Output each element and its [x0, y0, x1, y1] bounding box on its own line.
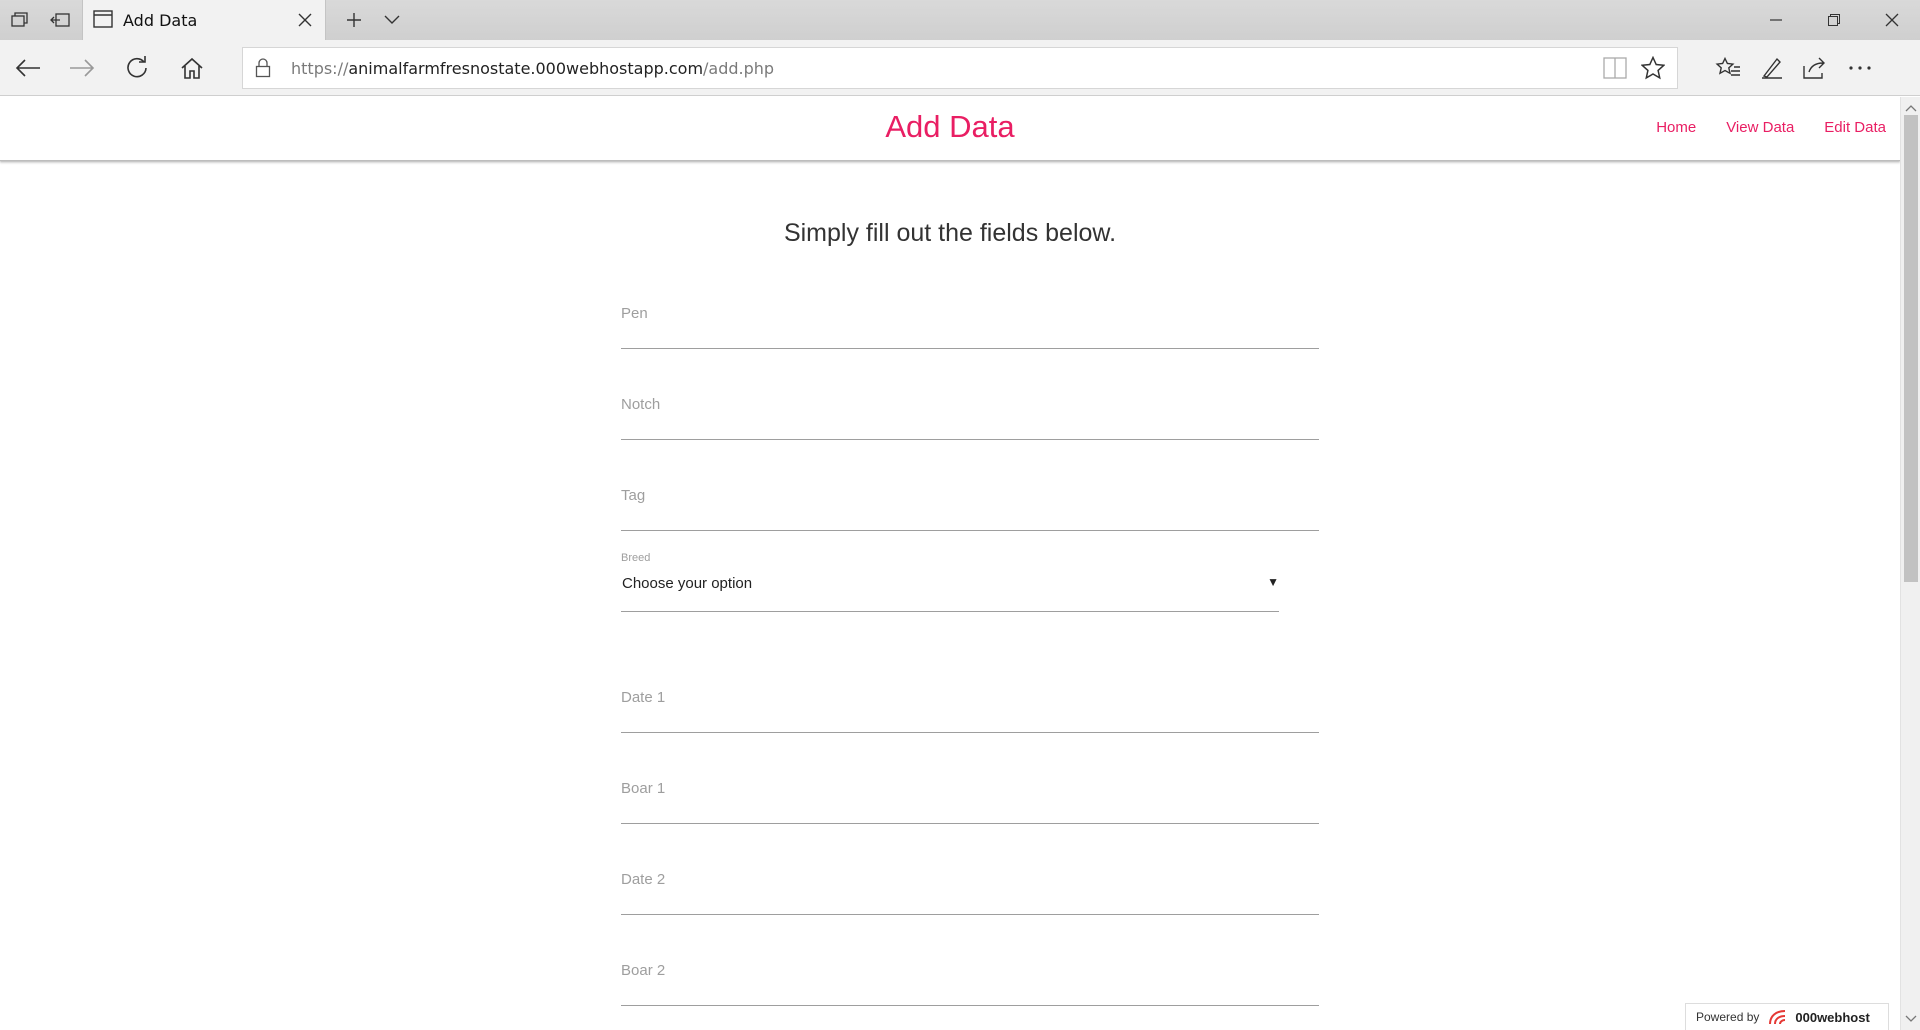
input-underline [621, 914, 1319, 915]
page-title[interactable]: Add Data [0, 109, 1900, 145]
site-header: Add Data Home View Data Edit Data [0, 97, 1900, 161]
lock-icon [255, 58, 271, 83]
boar-1-field[interactable]: Boar 1 [621, 772, 1319, 824]
scroll-thumb[interactable] [1904, 115, 1918, 582]
tag-field[interactable]: Tag [621, 479, 1319, 531]
tab-actions-icon[interactable] [0, 0, 40, 40]
input-underline [621, 823, 1319, 824]
close-tab-icon[interactable] [293, 8, 317, 32]
favorite-star-icon[interactable] [1640, 55, 1666, 85]
address-bar[interactable]: https://animalfarmfresnostate.000webhost… [242, 47, 1678, 89]
boar-2-field[interactable]: Boar 2 [621, 954, 1319, 1006]
page-scrollbar[interactable] [1900, 97, 1920, 1030]
share-icon[interactable] [1794, 48, 1838, 88]
input-underline [621, 732, 1319, 733]
date-1-placeholder: Date 1 [621, 689, 666, 706]
page-icon [93, 10, 113, 33]
web-page: Add Data Home View Data Edit Data Simply… [0, 97, 1900, 1030]
chevron-down-icon[interactable] [372, 0, 412, 40]
date-2-field[interactable]: Date 2 [621, 863, 1319, 915]
host-name: 000webhost [1795, 1009, 1870, 1025]
back-arrow-icon[interactable] [8, 48, 48, 88]
browser-nav-bar: https://animalfarmfresnostate.000webhost… [0, 40, 1920, 96]
more-options-icon[interactable] [1838, 48, 1882, 88]
reading-view-icon[interactable] [1603, 57, 1627, 84]
select-underline [621, 611, 1279, 612]
boar-2-placeholder: Boar 2 [621, 962, 666, 979]
browser-tab-bar: Add Data [0, 0, 1920, 40]
forward-arrow-icon[interactable] [62, 48, 102, 88]
tab-title: Add Data [123, 11, 198, 30]
breed-selected-value: Choose your option [622, 575, 753, 592]
pen-notes-icon[interactable] [1750, 48, 1794, 88]
date-2-placeholder: Date 2 [621, 871, 666, 888]
date-1-field[interactable]: Date 1 [621, 681, 1319, 733]
input-underline [621, 348, 1319, 349]
favorites-hub-icon[interactable] [1706, 48, 1750, 88]
nav-link-view-data[interactable]: View Data [1726, 119, 1794, 136]
site-nav: Home View Data Edit Data [1626, 119, 1886, 136]
notch-placeholder: Notch [621, 396, 661, 413]
active-tab[interactable]: Add Data [82, 0, 326, 40]
powered-by-label: Powered by [1696, 1010, 1760, 1024]
form-intro: Simply fill out the fields below. [783, 219, 1117, 247]
pen-placeholder: Pen [621, 305, 648, 322]
nav-link-edit-data[interactable]: Edit Data [1824, 119, 1886, 136]
scroll-down-icon[interactable] [1905, 1010, 1917, 1028]
dropdown-caret-icon: ▼ [1267, 575, 1279, 589]
tag-placeholder: Tag [621, 487, 646, 504]
breed-select[interactable]: Breed Choose your option ▼ [621, 552, 1279, 612]
pen-field[interactable]: Pen [621, 297, 1319, 349]
new-tab-icon[interactable] [334, 0, 374, 40]
refresh-icon[interactable] [117, 48, 157, 88]
set-aside-tabs-icon[interactable] [40, 0, 80, 40]
url-text[interactable]: https://animalfarmfresnostate.000webhost… [291, 59, 774, 78]
nav-link-home[interactable]: Home [1656, 119, 1696, 136]
minimize-icon[interactable] [1748, 0, 1804, 40]
close-window-icon[interactable] [1864, 0, 1920, 40]
input-underline [621, 439, 1319, 440]
powered-by-badge[interactable]: Powered by 000webhost [1685, 1003, 1889, 1030]
input-underline [621, 1005, 1319, 1006]
restore-icon[interactable] [1806, 0, 1862, 40]
input-underline [621, 530, 1319, 531]
boar-1-placeholder: Boar 1 [621, 780, 666, 797]
breed-label: Breed [621, 552, 651, 564]
notch-field[interactable]: Notch [621, 388, 1319, 440]
host-logo-icon [1767, 1008, 1791, 1026]
home-icon[interactable] [172, 48, 212, 88]
